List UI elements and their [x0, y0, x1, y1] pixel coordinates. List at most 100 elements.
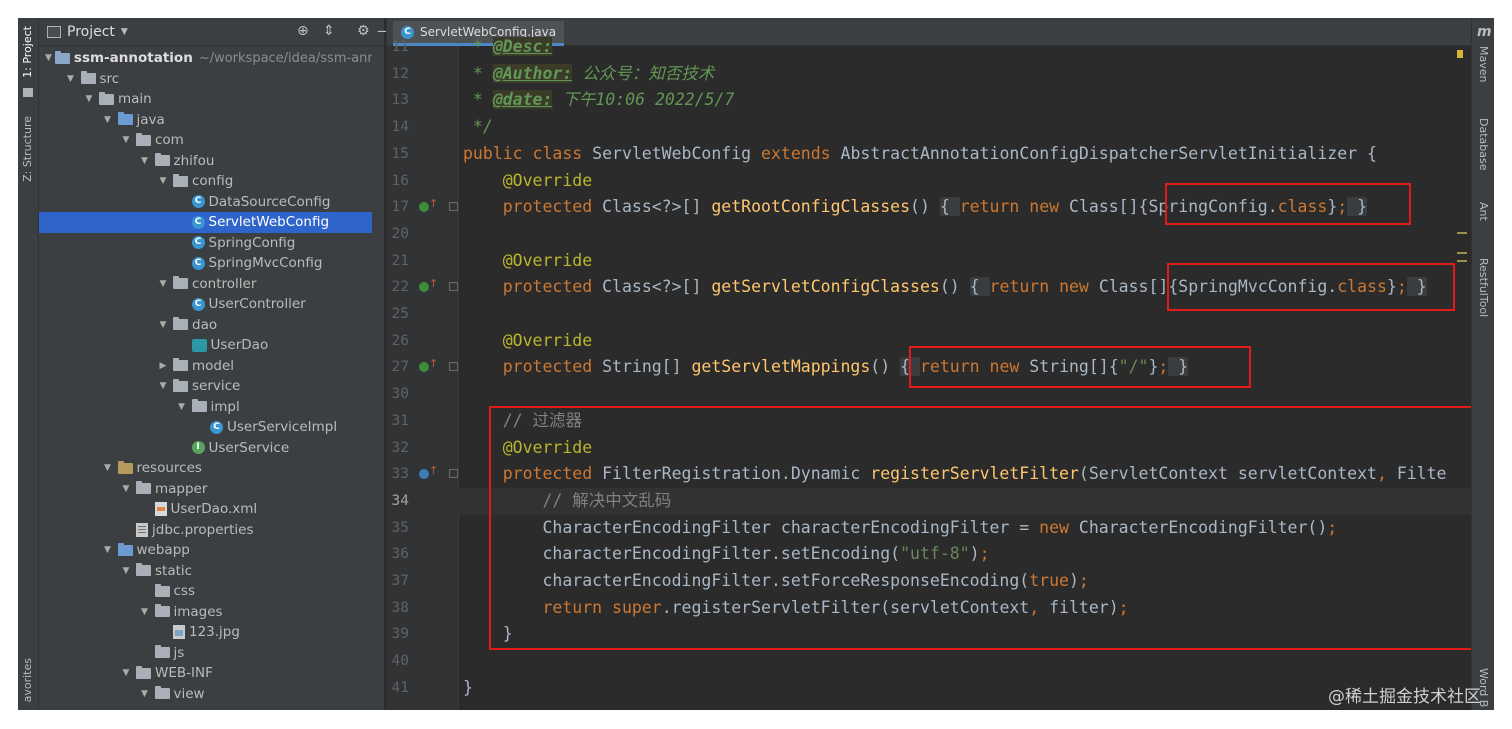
code-line[interactable]: 41} — [387, 675, 1472, 702]
tree-item[interactable]: ▶ model — [39, 356, 372, 377]
code-token: Class<?>[] — [602, 277, 712, 297]
override-method-icon[interactable] — [419, 282, 429, 293]
tree-item[interactable]: ▼ config — [39, 171, 372, 192]
tree-item-label: DataSourceConfig — [208, 193, 331, 210]
right-tool-strip: m Maven Database Ant RestfulTool Word B — [1471, 18, 1494, 710]
chevron-down-icon[interactable]: ▼ — [156, 320, 170, 330]
tree-item[interactable]: ▼UserDao.xml — [39, 499, 372, 520]
collapse-all-icon[interactable]: ⇕ — [323, 23, 335, 39]
navigate-super-icon[interactable]: ↑ — [429, 357, 438, 370]
chevron-down-icon[interactable]: ▼ — [119, 668, 133, 678]
locate-icon[interactable]: ⊕ — [297, 23, 309, 39]
code-token: getRootConfigClasses — [711, 197, 911, 217]
database-tool-tab[interactable]: Database — [1477, 118, 1490, 171]
tree-item[interactable]: ▼ images — [39, 602, 372, 623]
fold-toggle-icon[interactable] — [449, 469, 458, 479]
code-token: 下午10:06 2022/5/7 — [552, 90, 735, 110]
override-method-icon[interactable] — [419, 362, 429, 373]
tree-item[interactable]: ▼ controller — [39, 274, 372, 295]
restfultool-tool-tab[interactable]: RestfulTool — [1477, 258, 1490, 317]
warning-marker[interactable] — [1457, 50, 1463, 58]
project-tool-tab[interactable]: 1: Project — [21, 26, 34, 78]
tree-item[interactable]: ▼ dao — [39, 315, 372, 336]
tree-item[interactable]: ▼ service — [39, 376, 372, 397]
tree-item[interactable]: ▼123.jpg — [39, 622, 372, 643]
tree-item[interactable]: ▼CDataSourceConfig — [39, 192, 372, 213]
chevron-down-icon[interactable]: ▼ — [101, 545, 115, 555]
code-line[interactable]: 15 public class ServletWebConfig extends … — [387, 141, 1472, 168]
chevron-down-icon[interactable]: ▼ — [119, 484, 133, 494]
fold-toggle-icon[interactable] — [449, 362, 458, 372]
tree-item[interactable]: ▼ src — [39, 69, 372, 90]
tree-item-label: zhifou — [173, 152, 215, 169]
override-method-icon[interactable] — [419, 202, 429, 213]
maven-tool-tab[interactable]: Maven — [1477, 46, 1490, 82]
favorites-tool-tab[interactable]: avorites — [21, 658, 34, 702]
tree-item[interactable]: ▼UserDao — [39, 335, 372, 356]
chevron-down-icon[interactable]: ▼ — [156, 381, 170, 391]
tree-item[interactable]: ▼CServletWebConfig — [39, 212, 372, 233]
fold-toggle-icon[interactable] — [449, 202, 458, 212]
code-line[interactable]: 40 — [387, 648, 1472, 675]
tree-item-label: resources — [136, 460, 202, 477]
usage-marker[interactable] — [1457, 232, 1467, 234]
code-line[interactable]: 12 * @Author: 公众号：知否技术 — [387, 61, 1472, 88]
tree-item[interactable]: ▼CSpringMvcConfig — [39, 253, 372, 274]
tree-item[interactable]: ▼js — [39, 643, 372, 664]
project-panel-title[interactable]: Project — [67, 24, 115, 40]
chevron-right-icon[interactable]: ▶ — [156, 361, 170, 371]
tree-item[interactable]: ▼ com — [39, 130, 372, 151]
tree-item[interactable]: ▼ WEB-INF — [39, 663, 372, 684]
gear-icon[interactable]: ⚙ — [357, 23, 370, 39]
chevron-down-icon[interactable]: ▼ — [119, 135, 133, 145]
chevron-down-icon[interactable]: ▼ — [45, 53, 52, 63]
navigate-super-icon[interactable]: ↑ — [429, 197, 438, 210]
line-number: 34 — [391, 492, 409, 509]
tree-item[interactable]: ▼CUserController — [39, 294, 372, 315]
tree-item[interactable]: ▼ view — [39, 684, 372, 705]
code-line[interactable]: 13 * @date: 下午10:06 2022/5/7 — [387, 87, 1472, 114]
chevron-down-icon[interactable]: ▼ — [121, 27, 128, 37]
tree-item[interactable]: ▼ mapper — [39, 479, 372, 500]
usage-marker[interactable] — [1457, 260, 1467, 262]
tree-item[interactable]: ▼ java — [39, 110, 372, 131]
tree-item[interactable]: ▼jdbc.properties — [39, 520, 372, 541]
chevron-down-icon[interactable]: ▼ — [175, 402, 189, 412]
fold-toggle-icon[interactable] — [449, 282, 458, 292]
code-token: protected — [463, 277, 603, 297]
chevron-down-icon[interactable]: ▼ — [138, 156, 152, 166]
tree-item[interactable]: ▼ static — [39, 561, 372, 582]
chevron-down-icon[interactable]: ▼ — [101, 115, 115, 125]
tree-item[interactable]: ▼ webapp — [39, 540, 372, 561]
tree-item[interactable]: ▼CSpringConfig — [39, 233, 372, 254]
chevron-down-icon[interactable]: ▼ — [138, 607, 152, 617]
tree-item[interactable]: ▼ impl — [39, 397, 372, 418]
override-method-icon[interactable] — [419, 469, 429, 480]
tree-item[interactable]: ▼ main — [39, 89, 372, 110]
code-token: 公众号：知否技术 — [572, 63, 715, 83]
tree-item[interactable]: ▼ resources — [39, 458, 372, 479]
structure-tool-tab[interactable]: Z: Structure — [21, 116, 34, 182]
navigate-super-icon[interactable]: ↑ — [429, 464, 438, 477]
chevron-down-icon[interactable]: ▼ — [119, 566, 133, 576]
chevron-down-icon[interactable]: ▼ — [138, 689, 152, 699]
usage-marker[interactable] — [1457, 252, 1467, 254]
chevron-down-icon[interactable]: ▼ — [101, 463, 115, 473]
tree-item[interactable]: ▼ ssm-annotation ~/workspace/idea/ssm-anno — [39, 48, 372, 69]
code-line[interactable]: 11 * @Desc: — [387, 34, 1472, 61]
chevron-down-icon[interactable]: ▼ — [156, 279, 170, 289]
tree-item[interactable]: ▼IUserService — [39, 438, 372, 459]
code-line[interactable]: 14 */ — [387, 114, 1472, 141]
chevron-down-icon[interactable]: ▼ — [82, 94, 96, 104]
tree-item[interactable]: ▼CUserServiceImpl — [39, 417, 372, 438]
tree-item[interactable]: ▼ zhifou — [39, 151, 372, 172]
line-number: 14 — [391, 119, 409, 136]
navigate-super-icon[interactable]: ↑ — [429, 277, 438, 290]
chevron-down-icon[interactable]: ▼ — [64, 74, 78, 84]
ant-tool-tab[interactable]: Ant — [1477, 202, 1490, 221]
tree-item[interactable]: ▼css — [39, 581, 372, 602]
ide-window: 1: Project Z: Structure avorites Project… — [18, 18, 1494, 710]
chevron-down-icon[interactable]: ▼ — [156, 176, 170, 186]
code-token: } — [463, 677, 473, 697]
class-icon: C — [191, 256, 205, 270]
